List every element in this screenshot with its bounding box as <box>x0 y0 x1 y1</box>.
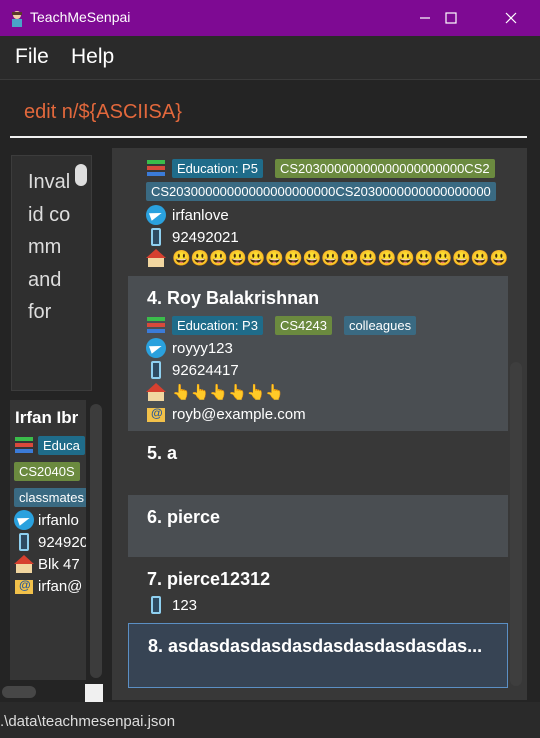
tag-group: colleagues <box>343 315 417 335</box>
person-name: 6. pierce <box>147 507 221 527</box>
command-box <box>10 88 527 138</box>
address: 👆👆👆👆👆👆 <box>172 384 285 401</box>
side-phone: 924920 <box>38 533 86 551</box>
close-button[interactable] <box>488 0 534 36</box>
command-input[interactable] <box>24 101 504 124</box>
result-text: Invalid command for <box>28 171 71 324</box>
house-icon <box>14 554 34 574</box>
books-icon <box>146 158 166 178</box>
menu-help[interactable]: Help <box>71 45 114 69</box>
tag-module: CS20300000000000000000000CS2 <box>274 158 495 178</box>
status-bar: .\data\teachmesenpai.json <box>0 702 540 738</box>
house-icon <box>146 382 166 402</box>
person-name: 5. a <box>147 443 178 463</box>
side-telegram: irfanlo <box>38 511 79 529</box>
person-card-selected[interactable]: 8. asdasdasdasdasdasdasdasdasdas... <box>128 623 508 688</box>
side-address: Blk 47 <box>38 555 80 573</box>
address: 😃😃😃😃😃😃😃😃😃😃😃😃😃😃😃😃😃😃😃😃 <box>172 250 508 267</box>
side-scroll-thumb[interactable] <box>90 404 102 678</box>
side-tag-module: CS2040S <box>14 462 80 481</box>
maximize-icon <box>445 12 457 24</box>
telegram-handle: royyy123 <box>172 339 233 357</box>
books-icon <box>146 315 166 335</box>
person-card[interactable]: 4. Roy Balakrishnan Education: P3 CS4243 c… <box>128 276 508 431</box>
close-icon <box>505 12 517 24</box>
side-tag-group: classmates <box>14 488 86 507</box>
person-card[interactable]: 6. pierce <box>128 495 508 557</box>
person-card[interactable]: 5. a <box>128 431 508 493</box>
phone-icon <box>146 595 166 615</box>
window-title: TeachMeSenpai <box>30 9 131 25</box>
result-display: Invalid command for <box>11 155 92 391</box>
menu-bar: File Help <box>0 36 540 80</box>
person-list: Education: P5 CS20300000000000000000000CS… <box>112 148 527 700</box>
person-name: 8. asdasdasdasdasdasdasdasdasdas... <box>148 636 483 656</box>
tag-group: CS20300000000000000000000CS2030000000000… <box>146 182 496 201</box>
house-icon <box>146 248 166 268</box>
telegram-icon <box>14 510 34 530</box>
title-bar: TeachMeSenpai <box>0 0 540 36</box>
side-person-card[interactable]: Irfan Ibr Educa CS2040S classmates irfan… <box>10 400 86 680</box>
side-person-name: Irfan Ibr <box>15 408 79 427</box>
maximize-button[interactable] <box>428 0 474 36</box>
side-horizontal-scrollbar[interactable] <box>2 686 36 698</box>
menu-file[interactable]: File <box>15 45 49 69</box>
save-location: .\data\teachmesenpai.json <box>0 713 176 730</box>
person-name: 7. pierce12312 <box>147 569 271 589</box>
email-icon <box>146 404 166 424</box>
email: royb@example.com <box>172 405 306 423</box>
phone-number: 123 <box>172 596 198 614</box>
tag-education: Education: P5 <box>172 158 263 178</box>
side-vertical-scrollbar[interactable] <box>90 404 102 678</box>
person-card[interactable]: 7. pierce12312 123 <box>128 560 508 622</box>
app-icon <box>12 11 22 27</box>
telegram-handle: irfanlove <box>172 206 229 224</box>
phone-icon <box>146 227 166 247</box>
tag-education: Education: P3 <box>172 315 263 335</box>
telegram-icon <box>146 205 166 225</box>
result-scrollbar[interactable] <box>75 164 87 186</box>
phone-icon <box>146 360 166 380</box>
tag-module: CS4243 <box>274 315 332 335</box>
telegram-icon <box>146 338 166 358</box>
phone-icon <box>14 532 34 552</box>
phone-number: 92624417 <box>172 361 239 379</box>
person-name: 4. Roy Balakrishnan <box>147 288 320 308</box>
email-icon <box>14 576 34 596</box>
list-scrollbar[interactable] <box>510 362 522 686</box>
side-email: irfan@ <box>38 577 83 595</box>
person-card[interactable]: Education: P5 CS20300000000000000000000CS… <box>128 148 508 268</box>
books-icon <box>14 435 34 455</box>
side-tag-education: Educa <box>38 435 85 455</box>
scroll-corner <box>85 684 103 702</box>
phone-number: 92492021 <box>172 228 239 246</box>
